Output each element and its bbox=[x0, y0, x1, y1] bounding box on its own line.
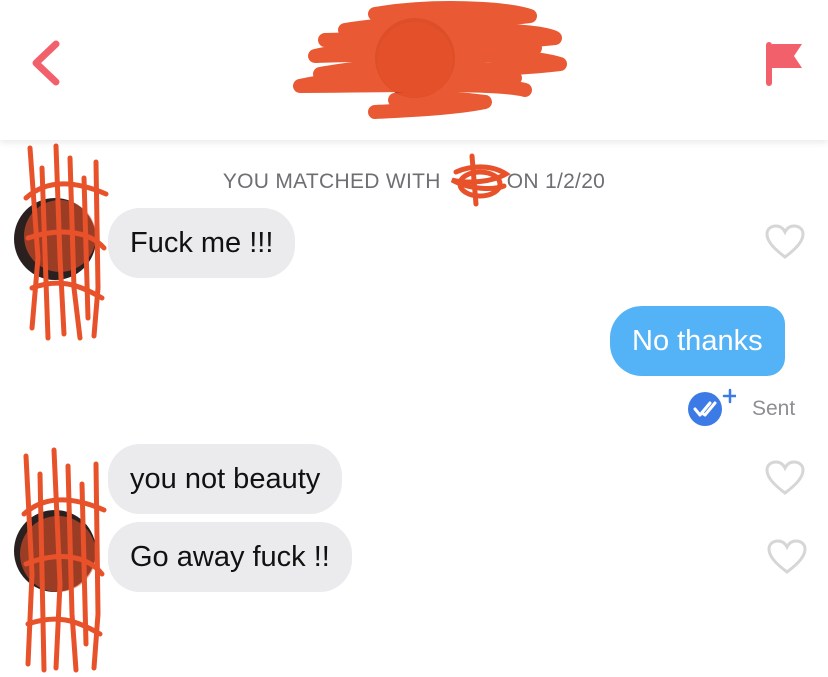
message-bubble-incoming[interactable]: Go away fuck !! bbox=[108, 522, 352, 592]
match-notice: YOU MATCHED WITH ON 1/2/20 bbox=[0, 170, 828, 194]
heart-icon[interactable] bbox=[765, 224, 805, 260]
chevron-left-icon[interactable] bbox=[26, 38, 66, 88]
message-status: Sent bbox=[752, 397, 796, 420]
match-notice-prefix: YOU MATCHED WITH bbox=[222, 170, 441, 193]
message-bubble-incoming[interactable]: you not beauty bbox=[108, 444, 343, 514]
chat-header bbox=[0, 0, 828, 140]
message-bubble-outgoing[interactable]: No thanks bbox=[610, 306, 785, 376]
flag-icon[interactable] bbox=[760, 38, 806, 90]
message-bubble-incoming[interactable]: Fuck me !!! bbox=[108, 208, 296, 278]
read-receipt-icon[interactable] bbox=[686, 388, 736, 428]
match-avatar[interactable] bbox=[375, 18, 455, 98]
heart-icon[interactable] bbox=[765, 460, 805, 496]
sender-avatar[interactable] bbox=[14, 198, 96, 280]
sender-avatar[interactable] bbox=[14, 510, 96, 592]
heart-icon[interactable] bbox=[767, 539, 807, 575]
match-notice-suffix: ON 1/2/20 bbox=[506, 170, 606, 193]
